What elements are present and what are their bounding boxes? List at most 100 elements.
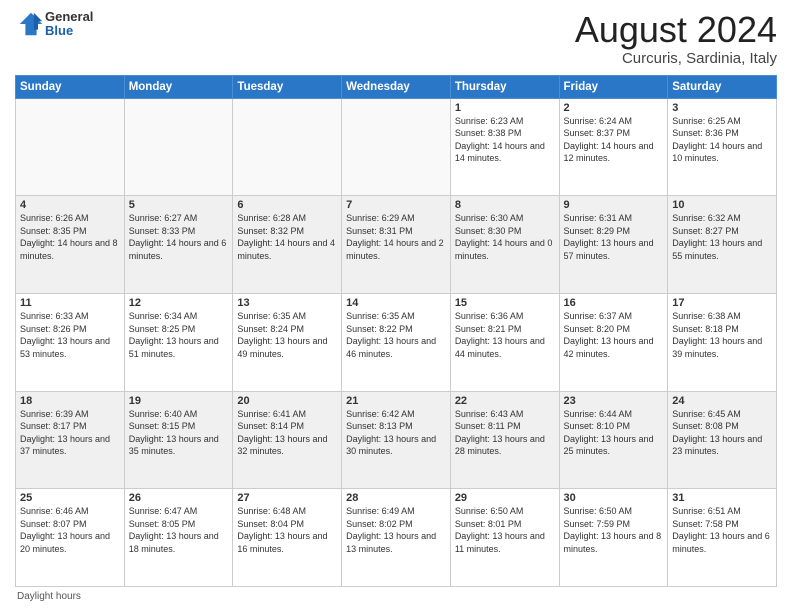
day-info: Sunrise: 6:50 AM Sunset: 8:01 PM Dayligh… xyxy=(455,505,555,555)
calendar-cell: 20Sunrise: 6:41 AM Sunset: 8:14 PM Dayli… xyxy=(233,391,342,489)
day-number: 1 xyxy=(455,102,555,114)
page: General Blue August 2024 Curcuris, Sardi… xyxy=(0,0,792,612)
calendar-cell: 12Sunrise: 6:34 AM Sunset: 8:25 PM Dayli… xyxy=(124,293,233,391)
location: Curcuris, Sardinia, Italy xyxy=(575,50,777,67)
header: General Blue August 2024 Curcuris, Sardi… xyxy=(15,10,777,67)
day-info: Sunrise: 6:45 AM Sunset: 8:08 PM Dayligh… xyxy=(672,408,772,458)
day-info: Sunrise: 6:51 AM Sunset: 7:58 PM Dayligh… xyxy=(672,505,772,555)
day-number: 13 xyxy=(237,297,337,309)
day-number: 24 xyxy=(672,395,772,407)
calendar-cell: 8Sunrise: 6:30 AM Sunset: 8:30 PM Daylig… xyxy=(450,196,559,294)
day-info: Sunrise: 6:46 AM Sunset: 8:07 PM Dayligh… xyxy=(20,505,120,555)
day-info: Sunrise: 6:26 AM Sunset: 8:35 PM Dayligh… xyxy=(20,212,120,262)
calendar-cell: 15Sunrise: 6:36 AM Sunset: 8:21 PM Dayli… xyxy=(450,293,559,391)
calendar-cell: 18Sunrise: 6:39 AM Sunset: 8:17 PM Dayli… xyxy=(16,391,125,489)
day-info: Sunrise: 6:34 AM Sunset: 8:25 PM Dayligh… xyxy=(129,310,229,360)
calendar-cell: 2Sunrise: 6:24 AM Sunset: 8:37 PM Daylig… xyxy=(559,98,668,196)
day-number: 27 xyxy=(237,492,337,504)
day-number: 14 xyxy=(346,297,446,309)
calendar-cell: 9Sunrise: 6:31 AM Sunset: 8:29 PM Daylig… xyxy=(559,196,668,294)
day-number: 5 xyxy=(129,199,229,211)
calendar-cell: 31Sunrise: 6:51 AM Sunset: 7:58 PM Dayli… xyxy=(668,489,777,587)
calendar-cell: 5Sunrise: 6:27 AM Sunset: 8:33 PM Daylig… xyxy=(124,196,233,294)
day-of-week-header: Friday xyxy=(559,75,668,98)
day-info: Sunrise: 6:28 AM Sunset: 8:32 PM Dayligh… xyxy=(237,212,337,262)
calendar-header-row: SundayMondayTuesdayWednesdayThursdayFrid… xyxy=(16,75,777,98)
day-number: 23 xyxy=(564,395,664,407)
day-info: Sunrise: 6:37 AM Sunset: 8:20 PM Dayligh… xyxy=(564,310,664,360)
day-info: Sunrise: 6:42 AM Sunset: 8:13 PM Dayligh… xyxy=(346,408,446,458)
day-info: Sunrise: 6:30 AM Sunset: 8:30 PM Dayligh… xyxy=(455,212,555,262)
day-number: 10 xyxy=(672,199,772,211)
day-number: 31 xyxy=(672,492,772,504)
calendar-cell: 25Sunrise: 6:46 AM Sunset: 8:07 PM Dayli… xyxy=(16,489,125,587)
calendar-cell: 24Sunrise: 6:45 AM Sunset: 8:08 PM Dayli… xyxy=(668,391,777,489)
calendar-cell: 26Sunrise: 6:47 AM Sunset: 8:05 PM Dayli… xyxy=(124,489,233,587)
day-number: 19 xyxy=(129,395,229,407)
day-number: 8 xyxy=(455,199,555,211)
day-number: 2 xyxy=(564,102,664,114)
calendar-cell: 3Sunrise: 6:25 AM Sunset: 8:36 PM Daylig… xyxy=(668,98,777,196)
calendar-week-row: 4Sunrise: 6:26 AM Sunset: 8:35 PM Daylig… xyxy=(16,196,777,294)
day-info: Sunrise: 6:35 AM Sunset: 8:24 PM Dayligh… xyxy=(237,310,337,360)
day-of-week-header: Saturday xyxy=(668,75,777,98)
day-info: Sunrise: 6:48 AM Sunset: 8:04 PM Dayligh… xyxy=(237,505,337,555)
calendar-cell: 11Sunrise: 6:33 AM Sunset: 8:26 PM Dayli… xyxy=(16,293,125,391)
calendar-cell: 28Sunrise: 6:49 AM Sunset: 8:02 PM Dayli… xyxy=(342,489,451,587)
day-of-week-header: Wednesday xyxy=(342,75,451,98)
day-info: Sunrise: 6:36 AM Sunset: 8:21 PM Dayligh… xyxy=(455,310,555,360)
calendar-cell: 4Sunrise: 6:26 AM Sunset: 8:35 PM Daylig… xyxy=(16,196,125,294)
footer-note: Daylight hours xyxy=(15,591,777,602)
calendar-cell: 27Sunrise: 6:48 AM Sunset: 8:04 PM Dayli… xyxy=(233,489,342,587)
day-number: 3 xyxy=(672,102,772,114)
title-block: August 2024 Curcuris, Sardinia, Italy xyxy=(575,10,777,67)
day-number: 22 xyxy=(455,395,555,407)
day-info: Sunrise: 6:41 AM Sunset: 8:14 PM Dayligh… xyxy=(237,408,337,458)
calendar-cell: 21Sunrise: 6:42 AM Sunset: 8:13 PM Dayli… xyxy=(342,391,451,489)
calendar-cell: 23Sunrise: 6:44 AM Sunset: 8:10 PM Dayli… xyxy=(559,391,668,489)
day-info: Sunrise: 6:24 AM Sunset: 8:37 PM Dayligh… xyxy=(564,115,664,165)
calendar-week-row: 11Sunrise: 6:33 AM Sunset: 8:26 PM Dayli… xyxy=(16,293,777,391)
calendar-cell: 7Sunrise: 6:29 AM Sunset: 8:31 PM Daylig… xyxy=(342,196,451,294)
logo-blue-text: Blue xyxy=(45,24,93,38)
calendar-week-row: 25Sunrise: 6:46 AM Sunset: 8:07 PM Dayli… xyxy=(16,489,777,587)
day-info: Sunrise: 6:38 AM Sunset: 8:18 PM Dayligh… xyxy=(672,310,772,360)
calendar-cell xyxy=(16,98,125,196)
calendar-cell: 16Sunrise: 6:37 AM Sunset: 8:20 PM Dayli… xyxy=(559,293,668,391)
calendar-cell: 1Sunrise: 6:23 AM Sunset: 8:38 PM Daylig… xyxy=(450,98,559,196)
day-of-week-header: Monday xyxy=(124,75,233,98)
calendar-cell: 29Sunrise: 6:50 AM Sunset: 8:01 PM Dayli… xyxy=(450,489,559,587)
calendar-cell xyxy=(124,98,233,196)
calendar-cell: 22Sunrise: 6:43 AM Sunset: 8:11 PM Dayli… xyxy=(450,391,559,489)
calendar-cell: 14Sunrise: 6:35 AM Sunset: 8:22 PM Dayli… xyxy=(342,293,451,391)
day-number: 15 xyxy=(455,297,555,309)
day-number: 29 xyxy=(455,492,555,504)
day-info: Sunrise: 6:50 AM Sunset: 7:59 PM Dayligh… xyxy=(564,505,664,555)
month-year: August 2024 xyxy=(575,10,777,50)
day-of-week-header: Sunday xyxy=(16,75,125,98)
day-number: 11 xyxy=(20,297,120,309)
day-info: Sunrise: 6:44 AM Sunset: 8:10 PM Dayligh… xyxy=(564,408,664,458)
day-number: 20 xyxy=(237,395,337,407)
day-number: 4 xyxy=(20,199,120,211)
calendar-cell: 17Sunrise: 6:38 AM Sunset: 8:18 PM Dayli… xyxy=(668,293,777,391)
calendar-week-row: 1Sunrise: 6:23 AM Sunset: 8:38 PM Daylig… xyxy=(16,98,777,196)
day-number: 9 xyxy=(564,199,664,211)
calendar-cell: 19Sunrise: 6:40 AM Sunset: 8:15 PM Dayli… xyxy=(124,391,233,489)
day-number: 7 xyxy=(346,199,446,211)
day-info: Sunrise: 6:35 AM Sunset: 8:22 PM Dayligh… xyxy=(346,310,446,360)
logo-text: General Blue xyxy=(45,10,93,39)
day-info: Sunrise: 6:25 AM Sunset: 8:36 PM Dayligh… xyxy=(672,115,772,165)
day-info: Sunrise: 6:47 AM Sunset: 8:05 PM Dayligh… xyxy=(129,505,229,555)
day-number: 17 xyxy=(672,297,772,309)
logo: General Blue xyxy=(15,10,93,39)
calendar-cell: 13Sunrise: 6:35 AM Sunset: 8:24 PM Dayli… xyxy=(233,293,342,391)
day-number: 21 xyxy=(346,395,446,407)
calendar-week-row: 18Sunrise: 6:39 AM Sunset: 8:17 PM Dayli… xyxy=(16,391,777,489)
day-info: Sunrise: 6:23 AM Sunset: 8:38 PM Dayligh… xyxy=(455,115,555,165)
day-info: Sunrise: 6:43 AM Sunset: 8:11 PM Dayligh… xyxy=(455,408,555,458)
day-info: Sunrise: 6:33 AM Sunset: 8:26 PM Dayligh… xyxy=(20,310,120,360)
day-number: 30 xyxy=(564,492,664,504)
day-info: Sunrise: 6:32 AM Sunset: 8:27 PM Dayligh… xyxy=(672,212,772,262)
calendar-cell xyxy=(342,98,451,196)
